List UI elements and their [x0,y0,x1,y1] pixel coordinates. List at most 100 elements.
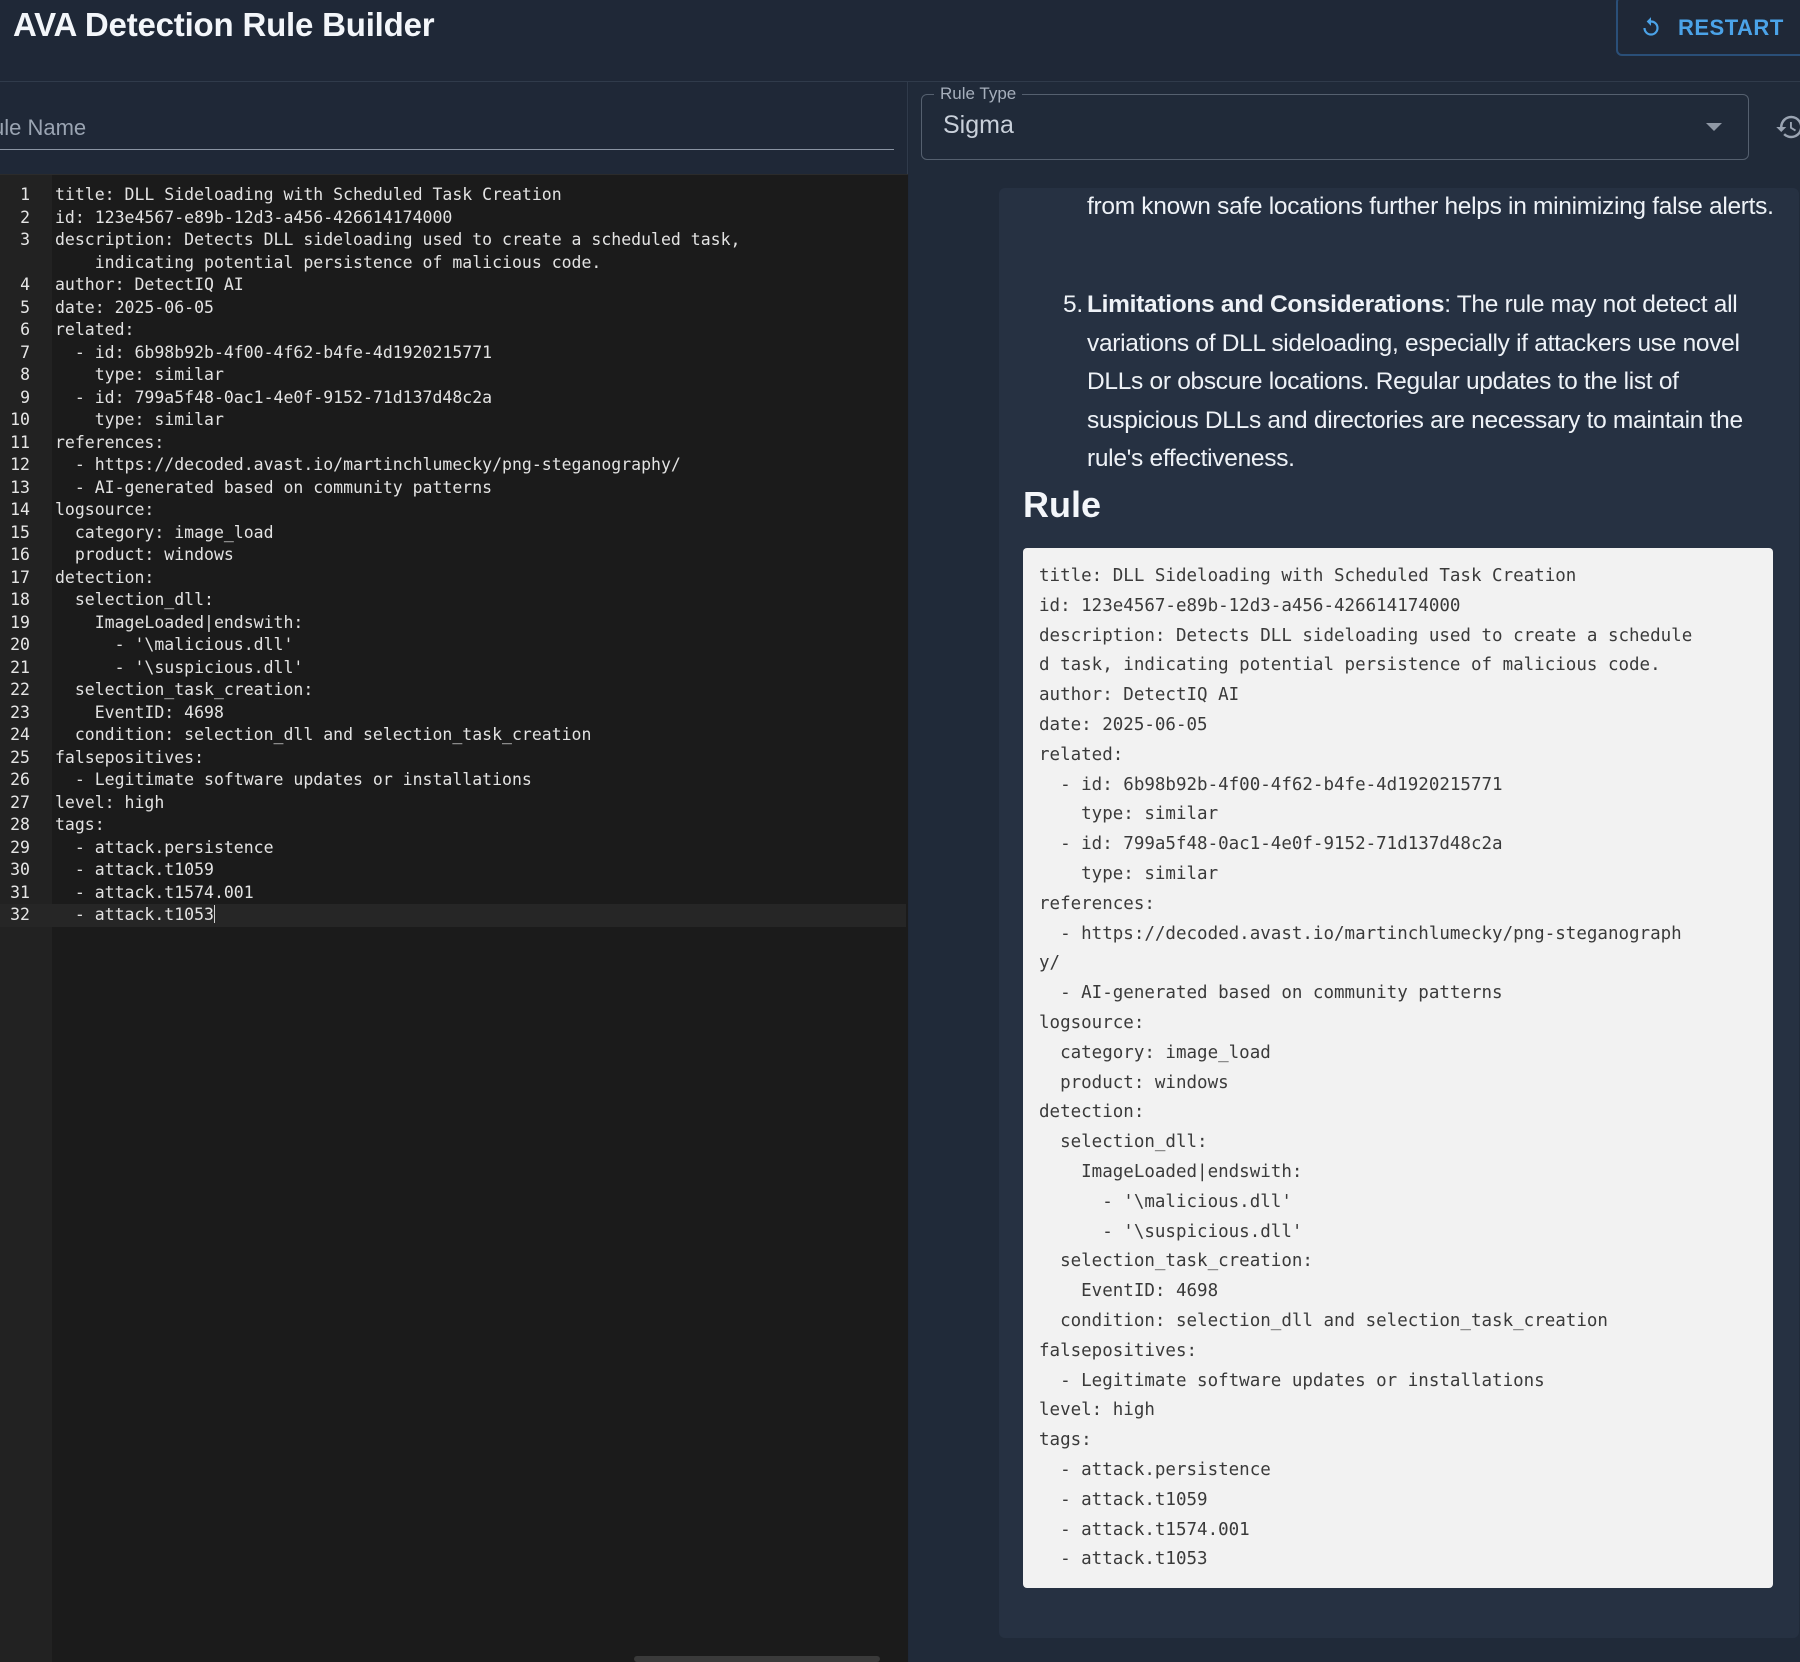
line-number: 18 [10,590,30,609]
code-line: 6 related: [0,319,906,342]
horizontal-scrollbar[interactable] [634,1656,880,1662]
app-title: AVA Detection Rule Builder [13,6,435,43]
right-panel: Rule Type Sigma from known safe location… [909,82,1800,1662]
code-line: 28 tags: [0,814,906,837]
code-line: 20 - '\malicious.dll' [0,634,906,657]
code-line: 25 falsepositives: [0,747,906,770]
line-number: 8 [20,365,30,384]
line-number: 32 [10,905,30,924]
line-text: selection_dll: [55,590,214,609]
line-number: 27 [10,792,30,812]
analysis-paragraph: from known safe locations further helps … [1087,193,1774,220]
rule-type-select[interactable]: Rule Type Sigma [921,84,1749,160]
line-text: detection: [55,567,155,587]
line-number: 29 [10,837,30,857]
line-number: 26 [10,770,30,789]
line-text: tags: [55,815,105,834]
line-number: 10 [10,410,30,429]
line-number: 23 [10,702,30,722]
line-text: ImageLoaded|endswith: [55,612,304,632]
line-text: - attack.t1059 [55,860,214,879]
code-line: 9 - id: 799a5f48-0ac1-4e0f-9152-71d137d4… [0,387,906,410]
code-line: 22 selection_task_creation: [0,679,906,702]
line-number: 4 [20,275,30,294]
code-line: 15 category: image_load [0,522,906,545]
code-line: 19 ImageLoaded|endswith: [0,612,906,635]
line-text: product: windows [55,545,234,564]
code-line: 12 - https://decoded.avast.io/martinchlu… [0,454,906,477]
code-line: 30 - attack.t1059 [0,859,906,882]
line-text: level: high [55,792,165,812]
line-text: - id: 6b98b92b-4f00-4f62-b4fe-4d19202157… [55,342,493,362]
code-line: 27 level: high [0,792,906,815]
restart-button[interactable]: RESTART [1616,0,1800,56]
line-text: title: DLL Sideloading with Scheduled Ta… [55,185,562,204]
line-text: - '\suspicious.dll' [55,657,304,677]
line-number: 7 [20,342,30,362]
chevron-down-icon [1706,123,1722,131]
code-line: 5 date: 2025-06-05 [0,297,906,320]
code-line: 13 - AI-generated based on community pat… [0,477,906,500]
rule-code-block: title: DLL Sideloading with Scheduled Ta… [1023,548,1773,1588]
line-number [0,252,30,275]
line-number: 3 [20,230,30,249]
text-cursor [213,905,215,923]
line-text: type: similar [55,365,224,384]
code-line: 16 product: windows [0,544,906,567]
line-text: - '\malicious.dll' [55,635,294,654]
line-number: 16 [10,545,30,564]
line-text: id: 123e4567-e89b-12d3-a456-426614174000 [55,207,453,227]
code-line: 29 - attack.persistence [0,837,906,860]
line-number: 17 [10,567,30,587]
list-item-body: Limitations and Considerations: The rule… [1087,286,1783,479]
line-text: date: 2025-06-05 [55,297,214,317]
rule-type-value: Sigma [943,111,1014,139]
rule-code-text: title: DLL Sideloading with Scheduled Ta… [1039,566,1693,1570]
line-text: author: DetectIQ AI [55,275,244,294]
code-line: 32 - attack.t1053 [0,904,906,927]
code-line: 8 type: similar [0,364,906,387]
line-number: 20 [10,635,30,654]
rule-type-label: Rule Type [934,84,1023,104]
code-lines: 1 title: DLL Sideloading with Scheduled T… [0,184,906,927]
line-number: 28 [10,815,30,834]
app-header: AVA Detection Rule Builder RESTART [0,0,1800,82]
code-line: 18 selection_dll: [0,589,906,612]
code-line: 1 title: DLL Sideloading with Scheduled T… [0,184,906,207]
line-number: 21 [10,657,30,677]
line-text: selection_task_creation: [55,680,314,699]
code-line: 4 author: DetectIQ AI [0,274,906,297]
analysis-content: from known safe locations further helps … [999,188,1799,1638]
line-text: logsource: [55,500,155,519]
line-number: 2 [20,207,30,227]
line-number: 19 [10,612,30,632]
code-line: 31 - attack.t1574.001 [0,882,906,905]
left-panel: 1 title: DLL Sideloading with Scheduled T… [0,82,908,1662]
line-number: 22 [10,680,30,699]
line-text: - id: 799a5f48-0ac1-4e0f-9152-71d137d48c… [55,387,493,407]
code-line: 23 EventID: 4698 [0,702,906,725]
rule-name-input[interactable] [0,110,886,146]
history-icon[interactable] [1775,112,1800,142]
line-text: related: [55,320,135,339]
line-number: 31 [10,882,30,902]
list-item-title: Limitations and Considerations [1087,291,1445,318]
code-line: indicating potential persistence of mali… [0,252,906,275]
line-number: 6 [20,320,30,339]
line-text: - attack.t1574.001 [55,882,254,902]
rule-heading: Rule [1023,484,1102,525]
code-line: 21 - '\suspicious.dll' [0,657,906,680]
line-number: 5 [20,297,30,317]
code-line: 3 description: Detects DLL sideloading us… [0,229,906,252]
line-text: - AI-generated based on community patter… [55,477,493,497]
code-line: 2 id: 123e4567-e89b-12d3-a456-42661417400… [0,207,906,230]
code-line: 17 detection: [0,567,906,590]
line-number: 13 [10,477,30,497]
line-text: category: image_load [55,522,274,542]
line-text: condition: selection_dll and selection_t… [55,725,592,744]
line-number: 1 [20,185,30,204]
restart-icon [1643,17,1659,36]
line-number: 12 [10,455,30,474]
line-number: 24 [10,725,30,744]
code-editor[interactable]: 1 title: DLL Sideloading with Scheduled T… [0,174,908,1662]
